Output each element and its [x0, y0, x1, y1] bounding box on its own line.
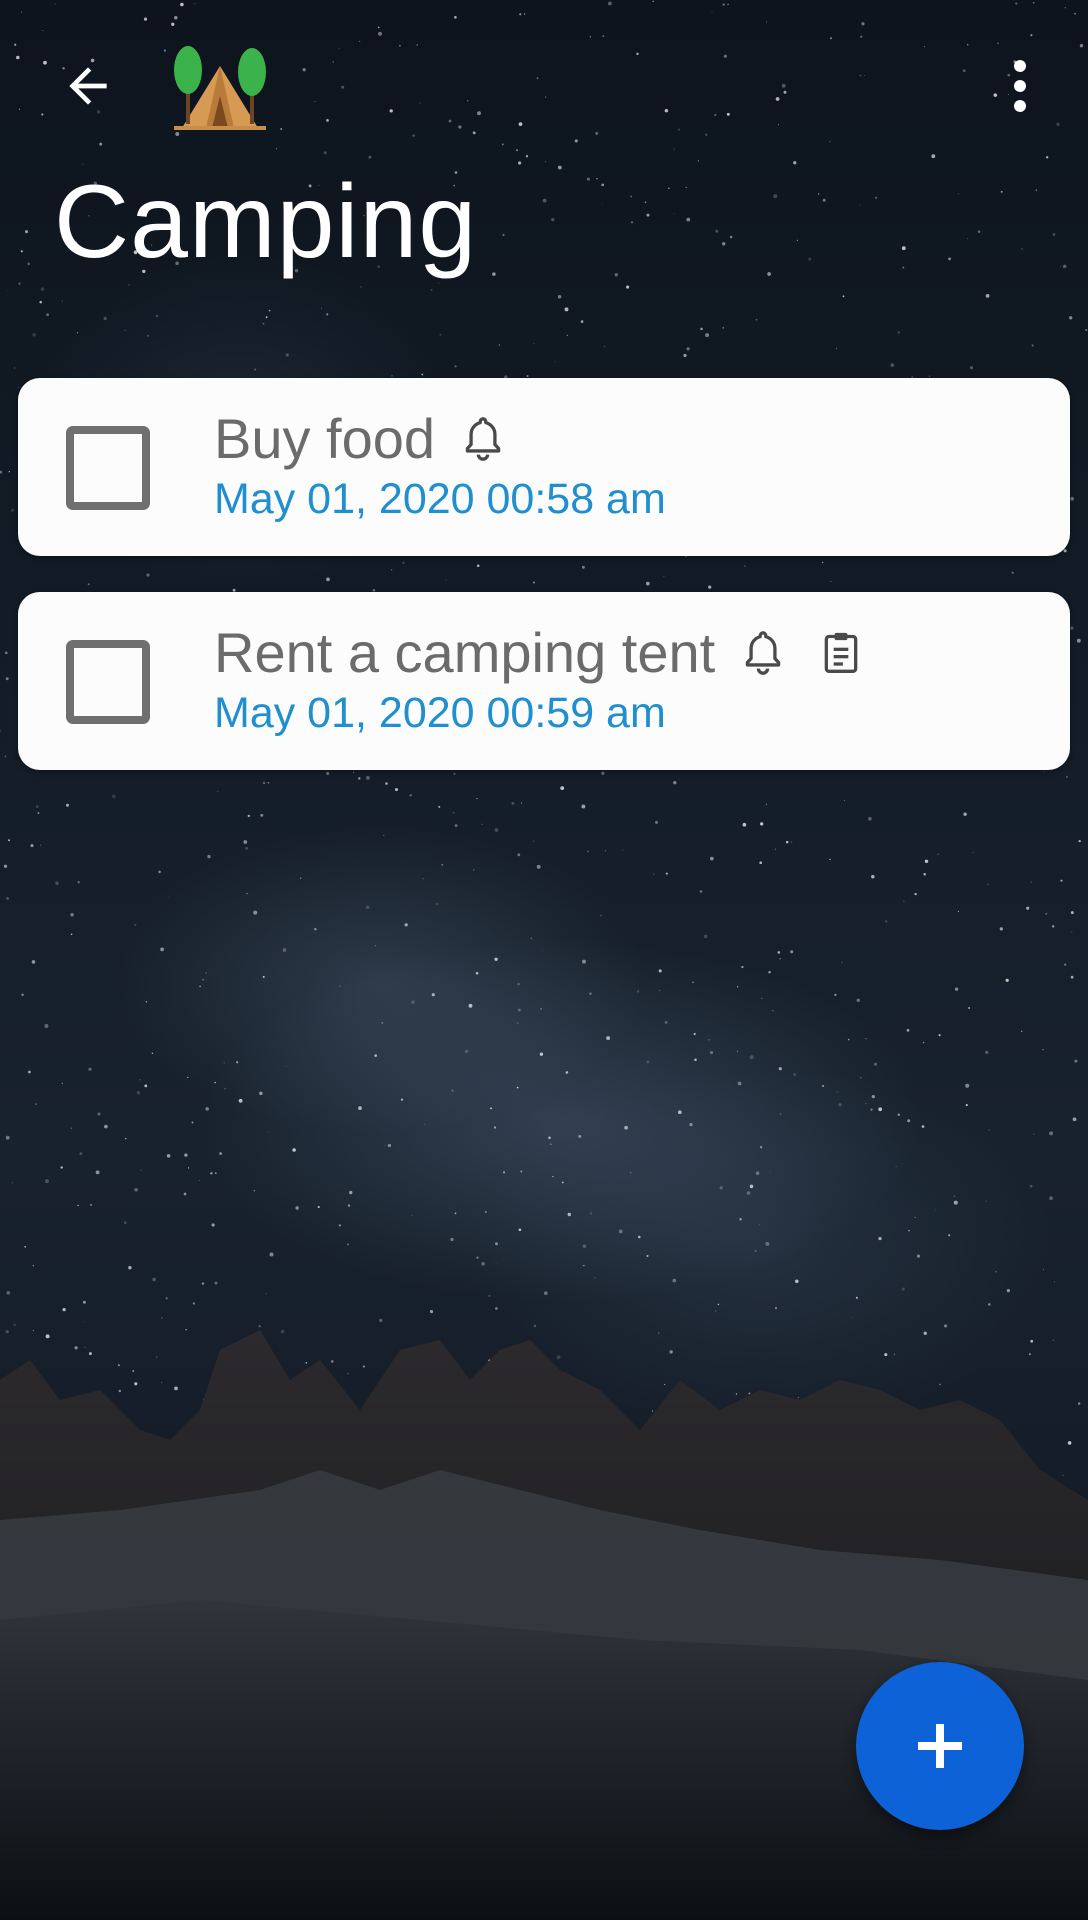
task-title-row: Buy food — [214, 404, 509, 474]
more-options-button[interactable] — [980, 46, 1060, 126]
arrow-left-icon — [69, 67, 107, 105]
more-vertical-icon — [1014, 60, 1026, 112]
task-item[interactable]: Buy food May 01, 2020 00:58 am — [18, 378, 1070, 556]
bell-icon — [737, 625, 789, 681]
mountains-decoration — [0, 1330, 1088, 1920]
task-checkbox[interactable] — [66, 640, 150, 724]
app-bar: Camping — [0, 0, 1088, 274]
task-date: May 01, 2020 00:58 am — [214, 475, 666, 523]
task-title: Rent a camping tent — [214, 621, 716, 684]
task-date: May 01, 2020 00:59 am — [214, 689, 666, 737]
back-button[interactable] — [48, 46, 128, 126]
task-checkbox[interactable] — [66, 426, 150, 510]
clipboard-note-icon — [815, 625, 867, 681]
task-title: Buy food — [214, 407, 436, 470]
page-title: Camping — [54, 164, 478, 280]
bell-icon — [457, 411, 509, 467]
background-night-sky — [0, 0, 1088, 1920]
task-item[interactable]: Rent a camping tent May 01, 2020 00:59 a… — [18, 592, 1070, 770]
add-task-button[interactable] — [856, 1662, 1024, 1830]
plus-icon — [918, 1724, 962, 1768]
camping-tent-trees-icon — [168, 38, 272, 134]
task-title-row: Rent a camping tent — [214, 618, 867, 688]
